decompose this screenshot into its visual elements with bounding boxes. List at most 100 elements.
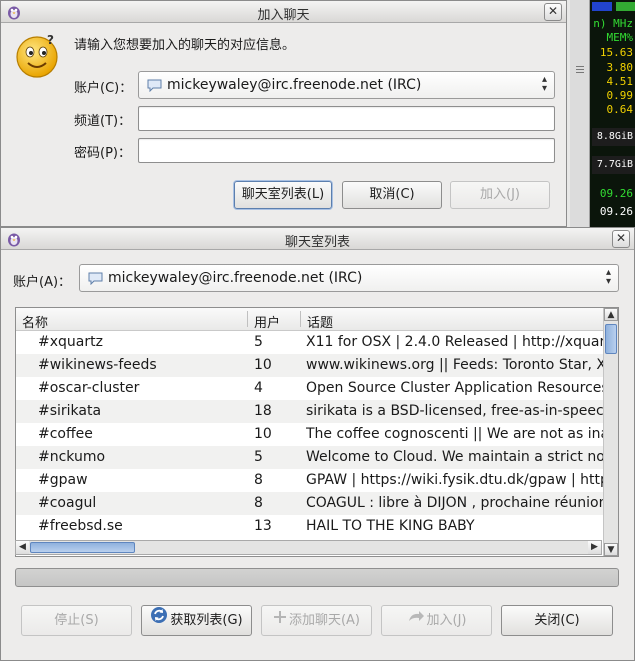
room-list-title: 聊天室列表 [284, 235, 350, 250]
table-row[interactable]: #gpaw 8 GPAW | https://wiki.fysik.dtu.dk/g… [16, 469, 604, 492]
scroll-up-icon[interactable]: ▲ [604, 308, 618, 321]
memory-total: 7.7GiB [592, 156, 635, 174]
join-button[interactable]: 加入(J) [450, 181, 550, 209]
join-chat-close-button[interactable]: ✕ [544, 3, 562, 21]
refresh-icon [150, 606, 168, 635]
smiley-face-icon: ? [14, 33, 60, 79]
room-users: 13 [254, 518, 272, 534]
room-topic: sirikata is a BSD-licensed, free-as-in-s… [306, 403, 604, 419]
room-name: #coffee [38, 426, 93, 442]
room-table-header: 名称 用户 话题 [16, 308, 604, 331]
svg-text:?: ? [47, 33, 54, 47]
join-chat-title: 加入聊天 [257, 8, 310, 23]
monitor-value: 15.63 [599, 46, 633, 59]
table-row[interactable]: #freebsd.se 13 HAIL TO THE KING BABY [16, 515, 604, 538]
hscroll-thumb[interactable] [30, 542, 135, 553]
add-chat-label: 添加聊天(A) [288, 613, 361, 628]
account-combo-value: mickeywaley@irc.freenode.net (IRC) [167, 77, 422, 93]
room-topic: X11 for OSX | 2.4.0 Released | http://xq… [306, 334, 604, 350]
room-table-vscrollbar[interactable]: ▲ ▼ [603, 308, 618, 556]
room-topic: The coffee cognoscenti || We are not as … [306, 426, 604, 442]
get-list-label: 获取列表(G) [170, 613, 243, 628]
chat-bubble-icon [147, 79, 162, 93]
cancel-button[interactable]: 取消(C) [342, 181, 442, 209]
room-name: #freebsd.se [38, 518, 123, 534]
table-row[interactable]: #sirikata 18 sirikata is a BSD-licensed, f… [16, 400, 604, 423]
cpu-bar [592, 2, 612, 11]
monitor-value: 0.64 [606, 103, 634, 116]
channel-input[interactable] [138, 106, 555, 131]
room-topic: COAGUL : libre à DIJON , prochaine réuni… [306, 495, 604, 511]
account-label: 账户(C)： [74, 81, 133, 96]
room-table[interactable]: 名称 用户 话题 #xquartz 5 X11 for OSX | 2.4.0 Re… [15, 307, 619, 557]
room-name: #wikinews-feeds [38, 357, 157, 373]
chevron-updown-icon: ▴ ▾ [605, 267, 611, 287]
room-users: 5 [254, 449, 263, 465]
room-users: 8 [254, 472, 263, 488]
room-list-dialog: 聊天室列表 ✕ 账户(A)： mickeywaley@irc.freenode.… [0, 227, 635, 661]
room-users: 4 [254, 380, 263, 396]
room-rows: #xquartz 5 X11 for OSX | 2.4.0 Released | … [16, 331, 604, 538]
close-button[interactable]: 关闭(C) [501, 605, 613, 636]
scroll-down-icon[interactable]: ▼ [604, 543, 618, 556]
table-row[interactable]: #coagul 8 COAGUL : libre à DIJON , prochai… [16, 492, 604, 515]
monitor-value: 0.99 [606, 89, 634, 102]
room-users: 8 [254, 495, 263, 511]
table-row[interactable]: #nckumo 5 Welcome to Cloud. We maintain a … [16, 446, 604, 469]
room-name: #xquartz [38, 334, 103, 350]
monitor-value: 3.80 [606, 61, 634, 74]
room-topic: Welcome to Cloud. We maintain a strict n… [306, 449, 604, 465]
scroll-right-icon[interactable]: ▶ [588, 541, 601, 554]
clock-a: 09.26 [599, 187, 633, 200]
system-monitor: n) MHz MEM% 15.63 3.80 4.51 0.99 0.64 8.… [570, 0, 635, 228]
room-table-hscrollbar[interactable]: ◀ ▶ [15, 540, 602, 555]
room-name: #sirikata [38, 403, 102, 419]
add-chat-button[interactable]: 添加聊天(A) [261, 605, 372, 636]
password-input[interactable] [138, 138, 555, 163]
join-chat-prompt: 请输入您想要加入的聊天的对应信息。 [74, 38, 296, 53]
password-label: 密码(P)： [74, 146, 131, 161]
room-account-label: 账户(A)： [13, 275, 72, 290]
arrow-icon [407, 606, 425, 635]
room-join-button[interactable]: 加入(J) [381, 605, 492, 636]
room-users: 10 [254, 426, 272, 442]
room-users: 10 [254, 357, 272, 373]
room-account-combo-value: mickeywaley@irc.freenode.net (IRC) [108, 270, 363, 286]
room-list-button[interactable]: 聊天室列表(L) [234, 181, 332, 209]
room-account-combo[interactable]: mickeywaley@irc.freenode.net (IRC) ▴ ▾ [79, 264, 619, 292]
room-topic: www.wikinews.org || Feeds: Toronto Star,… [306, 357, 604, 373]
room-join-label: 加入(J) [426, 613, 467, 628]
room-topic: HAIL TO THE KING BABY [306, 518, 475, 534]
get-list-button[interactable]: 获取列表(G) [141, 605, 252, 636]
cpu-bar-2 [616, 2, 635, 11]
column-header-users[interactable]: 用户 [254, 312, 280, 331]
join-chat-dialog: 加入聊天 ✕ ? 请输入您想要加入的聊天的对应信息。 账户(C)： mickey… [0, 0, 567, 227]
table-row[interactable]: #wikinews-feeds 10 www.wikinews.org || Fee… [16, 354, 604, 377]
desktop-scrollbar[interactable] [570, 0, 590, 228]
room-users: 5 [254, 334, 263, 350]
column-header-topic[interactable]: 话题 [307, 312, 333, 331]
join-chat-titlebar[interactable]: 加入聊天 ✕ [1, 1, 566, 23]
room-name: #gpaw [38, 472, 88, 488]
mhz-label: n) MHz [593, 17, 633, 30]
plus-icon [273, 606, 287, 635]
mem-label: MEM% [606, 31, 634, 44]
room-list-titlebar[interactable]: 聊天室列表 ✕ [1, 228, 634, 250]
column-header-name[interactable]: 名称 [22, 312, 48, 331]
room-topic: GPAW | https://wiki.fysik.dtu.dk/gpaw | … [306, 472, 604, 488]
room-name: #nckumo [38, 449, 106, 465]
vscroll-thumb[interactable] [605, 324, 617, 354]
table-row[interactable]: #xquartz 5 X11 for OSX | 2.4.0 Released | … [16, 331, 604, 354]
account-combo[interactable]: mickeywaley@irc.freenode.net (IRC) ▴ ▾ [138, 71, 555, 99]
scroll-left-icon[interactable]: ◀ [16, 541, 29, 554]
table-row[interactable]: #coffee 10 The coffee cognoscenti || We ar… [16, 423, 604, 446]
room-topic: Open Source Cluster Application Resource… [306, 380, 604, 396]
clock-b: 09.26 [599, 205, 633, 218]
memory-used: 8.8GiB [592, 128, 635, 146]
table-row[interactable]: #oscar-cluster 4 Open Source Cluster Appli… [16, 377, 604, 400]
monitor-value: 4.51 [606, 75, 634, 88]
room-list-close-button[interactable]: ✕ [612, 230, 630, 248]
stop-button[interactable]: 停止(S) [21, 605, 132, 636]
chevron-updown-icon: ▴ ▾ [541, 74, 547, 94]
progress-bar [15, 568, 619, 587]
